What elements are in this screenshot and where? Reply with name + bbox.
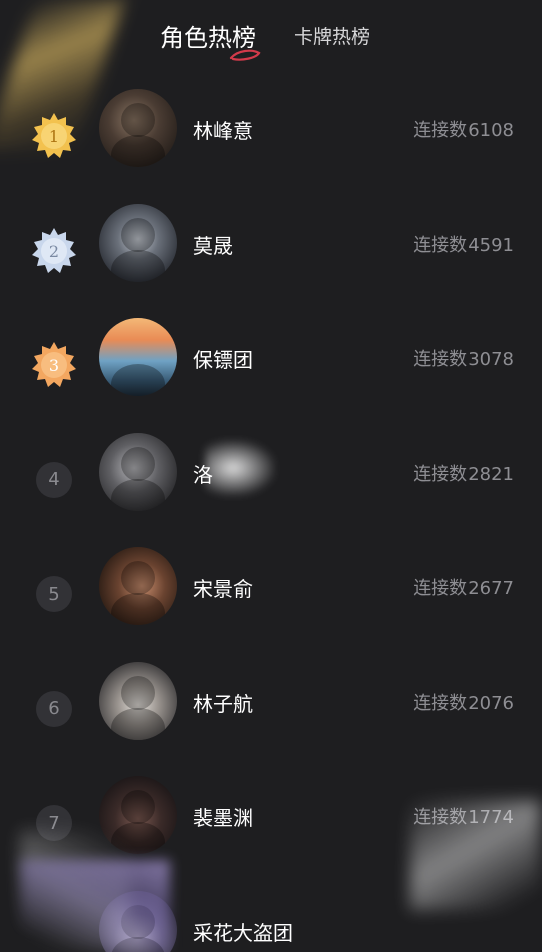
- list-item[interactable]: 2 莫晟 连接数4591: [0, 185, 542, 300]
- avatar-portrait-icon: [99, 890, 177, 952]
- character-name: 林峰意: [193, 119, 253, 143]
- avatar-portrait-icon: [99, 432, 177, 511]
- avatar-portrait-icon: [99, 89, 177, 167]
- active-tab-indicator: [229, 49, 261, 61]
- connection-count: 连接数2677: [413, 578, 514, 599]
- rank-number: 1: [49, 127, 59, 146]
- character-name: 洛: [193, 462, 213, 487]
- character-name: 裴墨渊: [193, 806, 253, 830]
- avatar-portrait-icon: [99, 203, 177, 282]
- list-item[interactable]: 7 裴墨渊 连接数1774: [0, 757, 542, 872]
- avatar-portrait-icon: [99, 547, 177, 625]
- connection-count: 连接数4591: [413, 234, 514, 256]
- connection-count: 连接数2076: [413, 692, 514, 714]
- rank-bronze-medal-icon: 3: [26, 337, 82, 393]
- character-name: 保镖团: [193, 348, 253, 372]
- rank-gold-medal-icon: 1: [26, 108, 82, 164]
- rank-badge: 6: [26, 681, 82, 737]
- connection-count: 连接数1774: [413, 807, 514, 828]
- rank-number: 2: [49, 242, 59, 261]
- connection-count: 连接数6108: [413, 120, 514, 141]
- avatar-portrait-icon: [99, 776, 177, 854]
- list-item[interactable]: 6 林子航 连接数2076: [0, 643, 542, 758]
- rank-number: 7: [36, 805, 72, 841]
- connection-count: 连接数3078: [413, 349, 514, 370]
- character-name: 莫晟: [193, 233, 233, 258]
- tab-card-ranking[interactable]: 卡牌热榜: [294, 22, 370, 49]
- rank-badge: 5: [26, 566, 82, 622]
- ranking-page: 角色热榜 卡牌热榜 1 林峰意 连接数6108 2 莫晟 连接数4591 3 保…: [0, 0, 542, 952]
- rank-number: 3: [49, 356, 59, 375]
- ranking-list: 1 林峰意 连接数6108 2 莫晟 连接数4591 3 保镖团 连接数3078…: [0, 70, 542, 952]
- list-item[interactable]: 1 林峰意 连接数6108: [0, 70, 542, 185]
- rank-badge: 7: [26, 795, 82, 851]
- list-item[interactable]: 4 洛 连接数2821: [0, 414, 542, 529]
- character-name: 林子航: [193, 691, 253, 716]
- rank-silver-medal-icon: 2: [26, 223, 82, 279]
- avatar-portrait-icon: [99, 661, 177, 740]
- tab-bar: 角色热榜 卡牌热榜: [0, 14, 542, 61]
- avatar-group-photo-icon: [99, 318, 177, 396]
- rank-number: 4: [36, 461, 72, 498]
- character-name: 宋景俞: [193, 577, 253, 601]
- character-name: 采花大盗团: [193, 920, 293, 945]
- list-item[interactable]: 5 宋景俞 连接数2677: [0, 528, 542, 643]
- rank-number: 5: [36, 576, 72, 612]
- connection-count: 连接数2821: [413, 463, 514, 485]
- list-item[interactable]: 采花大盗团: [0, 872, 542, 952]
- rank-number: 6: [36, 690, 72, 727]
- list-item[interactable]: 3 保镖团 连接数3078: [0, 299, 542, 414]
- rank-badge: 4: [26, 452, 82, 508]
